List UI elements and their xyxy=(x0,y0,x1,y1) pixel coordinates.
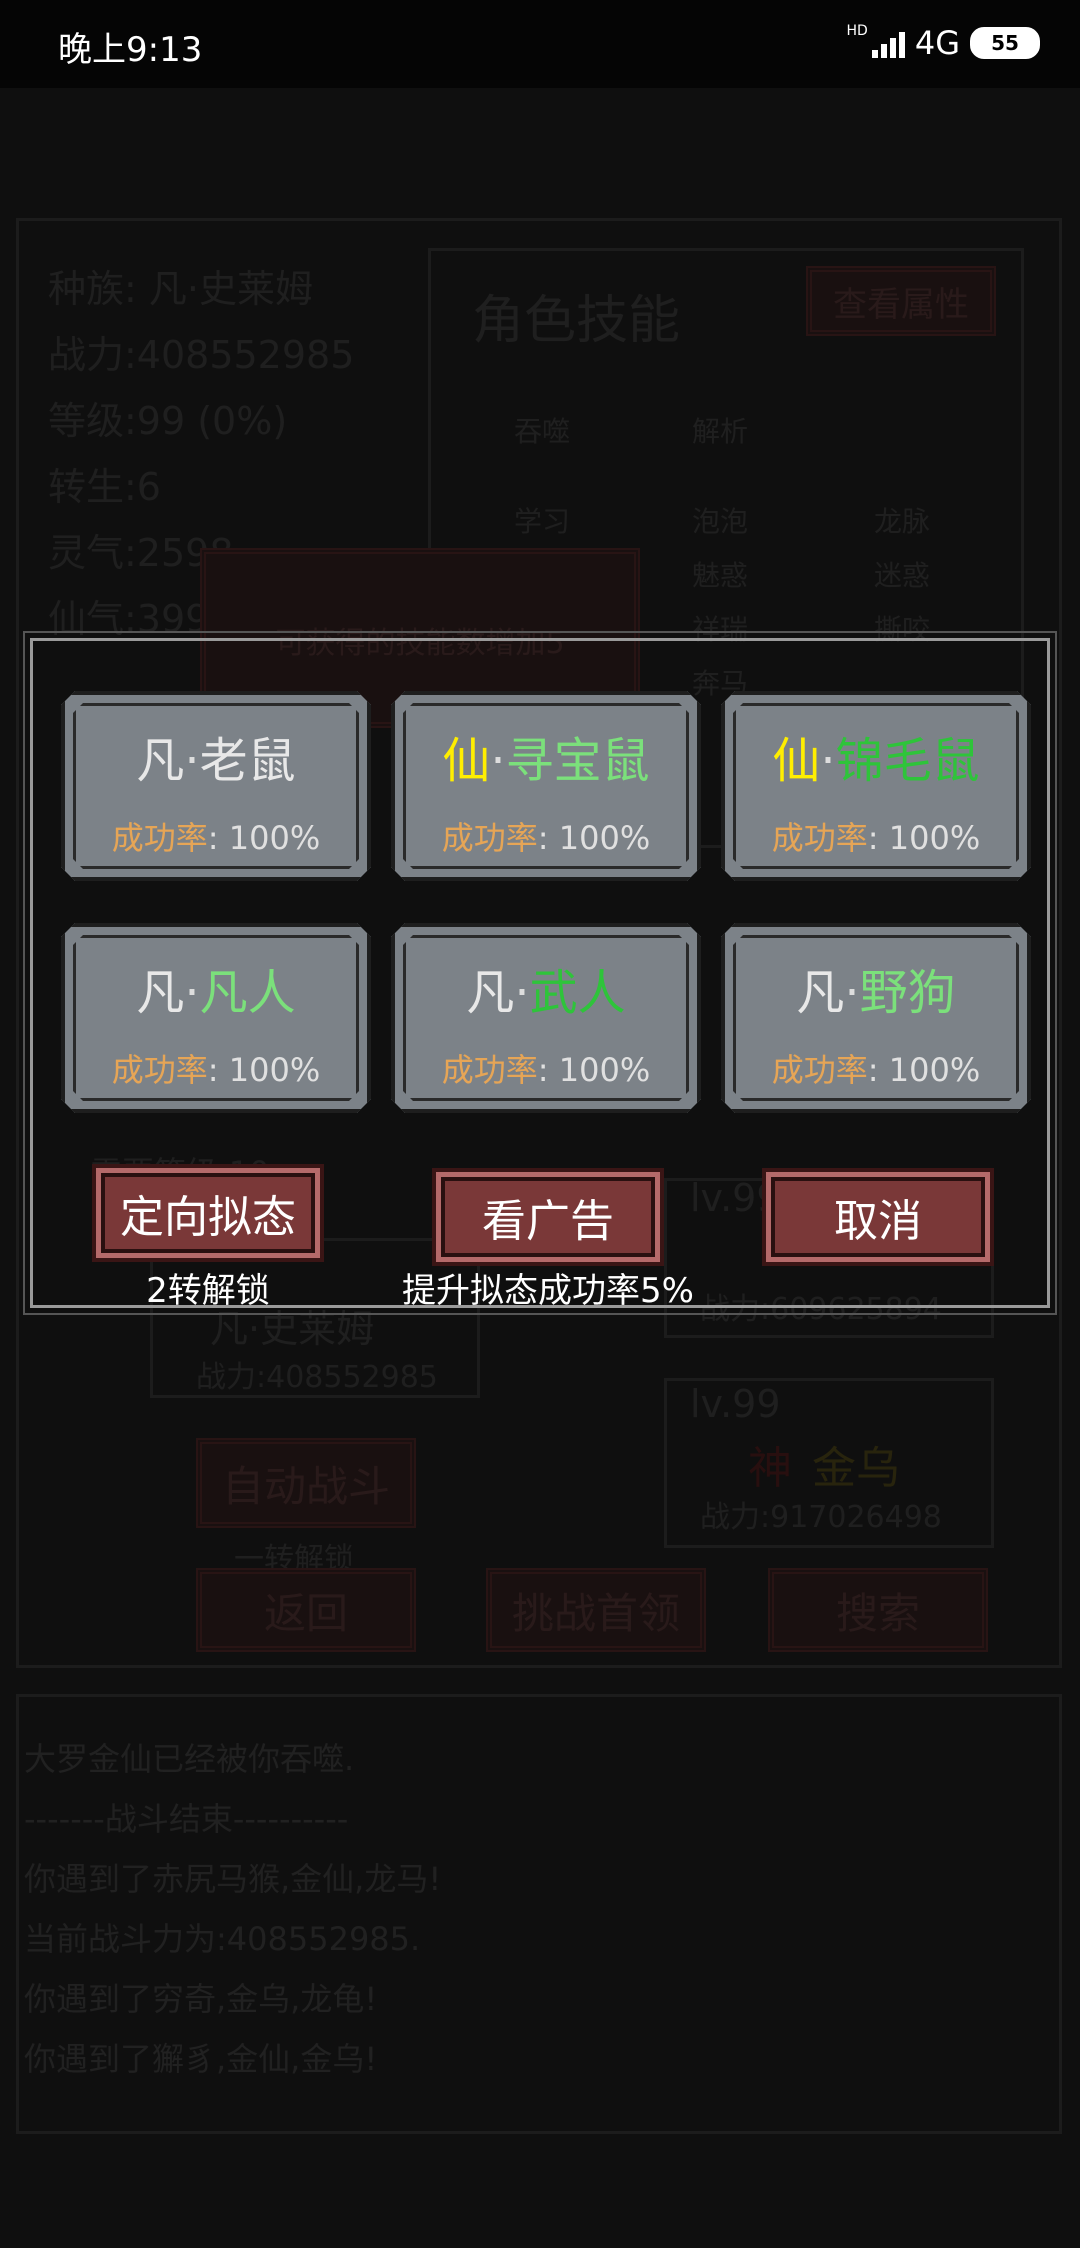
card-name: 老鼠 xyxy=(199,733,296,789)
card-title: 凡·野狗 xyxy=(796,965,956,1021)
status-icons: HD 4G 55 xyxy=(846,23,1040,62)
card-rate: 成功率: 100% xyxy=(65,813,367,859)
rate-value: : 100% xyxy=(537,819,651,857)
card-title: 仙·寻宝鼠 xyxy=(442,733,650,789)
card-rank: 仙 xyxy=(442,733,491,789)
rate-label: 成功率 xyxy=(111,1051,208,1089)
status-time: 晚上9:13 xyxy=(58,30,203,70)
rate-label: 成功率 xyxy=(771,1051,868,1089)
card-rate: 成功率: 100% xyxy=(395,1045,697,1091)
network-type: 4G xyxy=(914,24,960,62)
card-rank: 仙 xyxy=(772,733,821,789)
card-name: 野狗 xyxy=(859,965,956,1021)
card-rate: 成功率: 100% xyxy=(395,813,697,859)
mimic-card[interactable]: 凡·老鼠 成功率: 100% xyxy=(61,691,371,881)
rate-value: : 100% xyxy=(207,1051,321,1089)
card-rank: 凡 xyxy=(136,965,185,1021)
directed-unlock-note: 2转解锁 xyxy=(146,1271,270,1311)
card-rank: 凡 xyxy=(466,965,515,1021)
mimic-card[interactable]: 凡·凡人 成功率: 100% xyxy=(61,923,371,1113)
status-bar: 晚上9:13 HD 4G 55 xyxy=(0,0,1080,88)
card-title: 凡·凡人 xyxy=(136,965,296,1021)
signal-icon xyxy=(871,28,905,58)
rate-value: : 100% xyxy=(867,1051,981,1089)
rate-label: 成功率 xyxy=(441,1051,538,1089)
battery-icon: 55 xyxy=(970,27,1040,59)
mimic-card[interactable]: 凡·武人 成功率: 100% xyxy=(391,923,701,1113)
ad-bonus-note: 提升拟态成功率5% xyxy=(402,1271,694,1311)
card-title: 凡·武人 xyxy=(466,965,626,1021)
card-name: 锦毛鼠 xyxy=(835,733,980,789)
watch-ad-button[interactable]: 看广告 xyxy=(441,1177,655,1257)
mimic-card[interactable]: 仙·锦毛鼠 成功率: 100% xyxy=(721,691,1031,881)
card-rate: 成功率: 100% xyxy=(725,1045,1027,1091)
card-name: 武人 xyxy=(529,965,626,1021)
card-rank: 凡 xyxy=(796,965,845,1021)
rate-value: : 100% xyxy=(867,819,981,857)
card-rank: 凡 xyxy=(136,733,185,789)
rate-value: : 100% xyxy=(207,819,321,857)
mimic-dialog: 凡·老鼠 成功率: 100% 仙·寻宝鼠 成功率: 100% 仙·锦毛鼠 成功率… xyxy=(23,631,1057,1315)
card-title: 凡·老鼠 xyxy=(136,733,296,789)
card-rate: 成功率: 100% xyxy=(65,1045,367,1091)
rate-label: 成功率 xyxy=(111,819,208,857)
directed-mimic-button[interactable]: 定向拟态 xyxy=(101,1173,315,1253)
cancel-button[interactable]: 取消 xyxy=(771,1177,985,1257)
card-name: 寻宝鼠 xyxy=(505,733,650,789)
mimic-card[interactable]: 仙·寻宝鼠 成功率: 100% xyxy=(391,691,701,881)
card-title: 仙·锦毛鼠 xyxy=(772,733,980,789)
card-rate: 成功率: 100% xyxy=(725,813,1027,859)
rate-value: : 100% xyxy=(537,1051,651,1089)
hd-indicator: HD xyxy=(846,23,868,39)
rate-label: 成功率 xyxy=(771,819,868,857)
rate-label: 成功率 xyxy=(441,819,538,857)
mimic-card[interactable]: 凡·野狗 成功率: 100% xyxy=(721,923,1031,1113)
card-name: 凡人 xyxy=(199,965,296,1021)
